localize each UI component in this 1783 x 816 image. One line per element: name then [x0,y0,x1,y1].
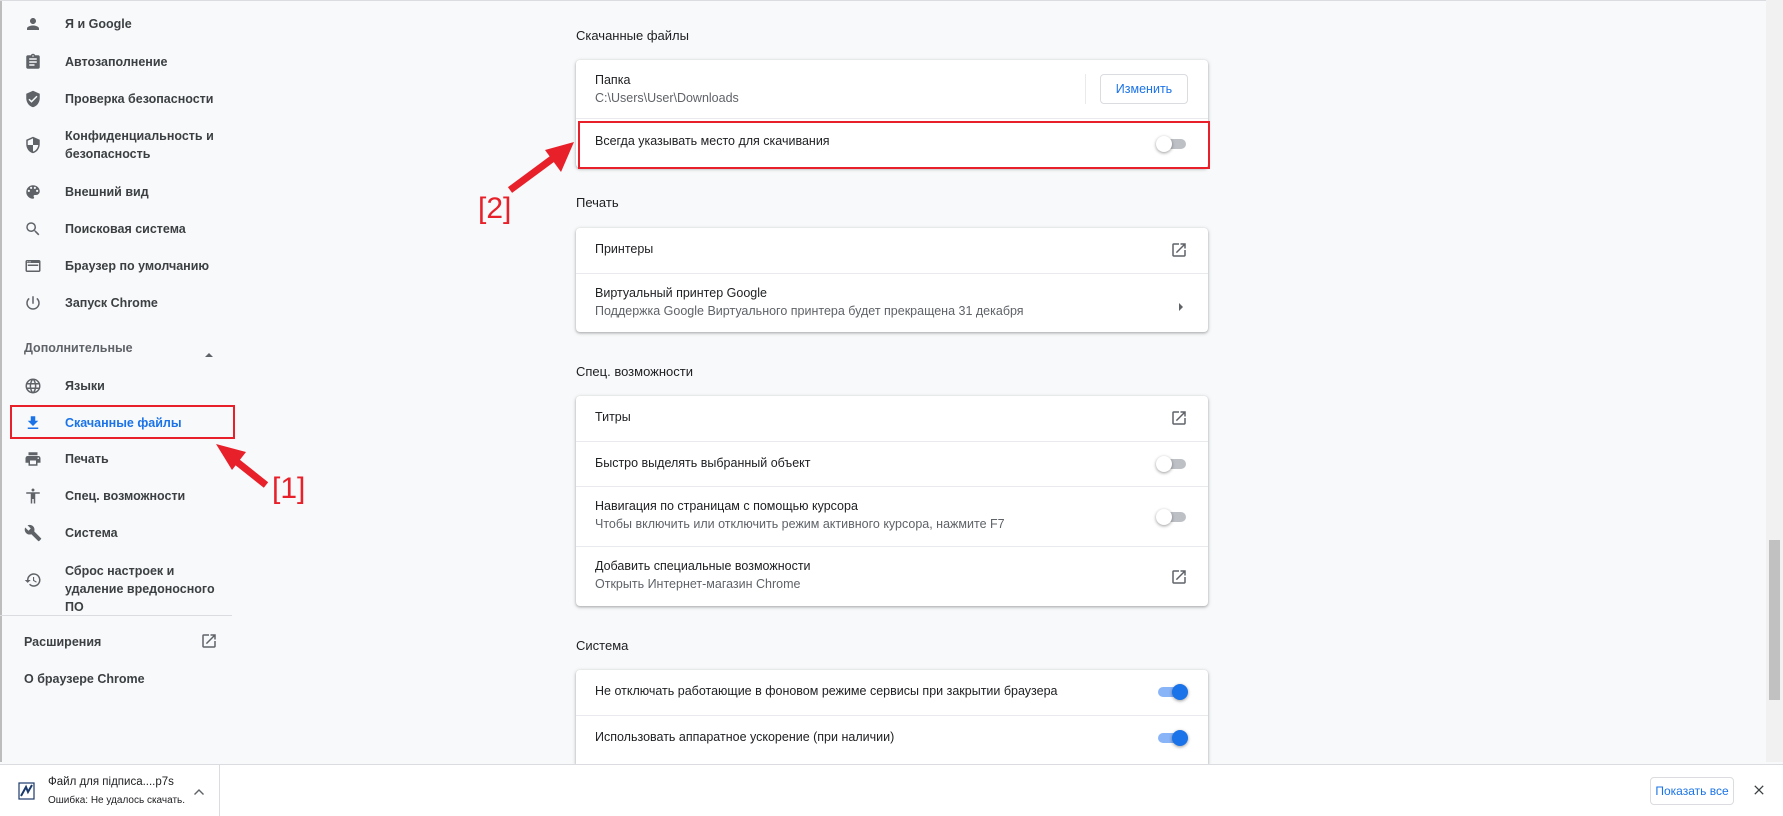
sidebar-item-privacy[interactable]: Конфиденциальность и безопасность [0,126,236,164]
scrollbar-thumb[interactable] [1769,540,1780,700]
sidebar-item-system[interactable]: Система [0,524,236,542]
accessibility-card: Титры Быстро выделять выбранный объект Н… [576,396,1208,606]
download-file-name: Файл для підписа....p7s [48,776,174,788]
advanced-section-title[interactable]: Дополнительные [24,341,133,355]
sidebar-item-extensions[interactable]: Расширения [24,635,101,649]
sidebar-item-label: Я и Google [65,17,132,31]
sidebar-item-you-and-google[interactable]: Я и Google [0,15,236,33]
background-apps-row[interactable]: Не отключать работающие в фоновом режиме… [576,670,1208,715]
change-folder-button[interactable]: Изменить [1100,74,1188,104]
annotation-label-1: [1] [272,472,306,505]
sidebar-item-label: Автозаполнение [65,55,168,69]
sidebar-item-label: Сброс настроек и удаление вредоносного П… [65,564,215,614]
sidebar-item-about-chrome[interactable]: О браузере Chrome [24,672,145,686]
settings-sidebar: Я и Google Автозаполнение Проверка безоп… [0,0,236,762]
open-in-new-icon[interactable] [1170,568,1188,586]
sidebar-item-languages[interactable]: Языки [0,377,236,395]
row-separator [1085,74,1086,104]
hardware-acceleration-row[interactable]: Использовать аппаратное ускорение (при н… [576,715,1208,760]
sidebar-item-label: Конфиденциальность и безопасность [65,129,214,161]
sidebar-item-appearance[interactable]: Внешний вид [0,183,236,201]
background-apps-label: Не отключать работающие в фоновом режиме… [595,684,1058,698]
sidebar-item-reset[interactable]: Сброс настроек и удаление вредоносного П… [0,561,236,614]
chevron-up-icon[interactable] [204,347,214,357]
sidebar-item-label: Внешний вид [65,185,149,199]
person-icon [24,15,42,33]
sidebar-item-label: Система [65,526,118,540]
caret-browsing-row[interactable]: Навигация по страницам с помощью курсора… [576,486,1208,546]
restore-icon [24,571,42,589]
palette-icon [24,183,42,201]
sidebar-item-label: Поисковая система [65,222,186,236]
annotation-box-2 [578,121,1210,169]
add-accessibility-title: Добавить специальные возможности [595,559,811,573]
open-in-new-icon[interactable] [1170,409,1188,427]
globe-icon [24,377,42,395]
hardware-acceleration-toggle[interactable] [1156,730,1188,746]
sidebar-item-label: Проверка безопасности [65,92,214,106]
wrench-icon [24,524,42,542]
system-card: Не отключать работающие в фоновом режиме… [576,670,1208,764]
print-section-title: Печать [576,195,619,210]
top-divider [0,0,1783,1]
captions-row[interactable]: Титры [576,396,1208,441]
sidebar-item-label: Браузер по умолчанию [65,259,210,273]
shield-half-icon [24,136,42,154]
folder-path: C:\Users\User\Downloads [595,91,739,105]
sidebar-item-label: Спец. возможности [65,489,186,503]
printer-icon [24,450,42,468]
download-location-row: Папка C:\Users\User\Downloads Изменить [576,60,1208,118]
open-in-new-icon[interactable] [1170,241,1188,259]
sidebar-item-label: Печать [65,452,109,466]
chevron-right-icon [1176,299,1186,311]
sidebar-item-label: Языки [65,379,105,393]
download-item[interactable]: Файл для підписа....p7s Ошибка: Не удало… [0,765,220,816]
caret-browsing-toggle[interactable] [1156,509,1188,525]
sidebar-item-autofill[interactable]: Автозаполнение [0,53,236,71]
open-in-new-icon[interactable] [200,632,218,650]
caret-browsing-title: Навигация по страницам с помощью курсора [595,499,858,513]
file-signature-icon [18,781,36,801]
add-accessibility-subtitle: Открыть Интернет-магазин Chrome [595,577,801,591]
folder-label: Папка [595,73,631,87]
sidebar-item-printing[interactable]: Печать [0,450,236,468]
sidebar-item-search-engine[interactable]: Поисковая система [0,220,236,238]
clipboard-icon [24,53,42,71]
sidebar-item-default-browser[interactable]: Браузер по умолчанию [0,257,236,275]
caret-browsing-subtitle: Чтобы включить или отключить режим актив… [595,517,1005,531]
cloud-print-title: Виртуальный принтер Google [595,286,767,300]
focus-highlight-row[interactable]: Быстро выделять выбранный объект [576,441,1208,486]
cloud-print-row[interactable]: Виртуальный принтер Google Поддержка Goo… [576,273,1208,332]
accessibility-section-title: Спец. возможности [576,364,693,379]
sidebar-item-on-startup[interactable]: Запуск Chrome [0,294,236,312]
annotation-box-1 [10,405,235,439]
accessibility-icon [24,487,42,505]
system-section-title: Система [576,638,629,653]
hardware-acceleration-label: Использовать аппаратное ускорение (при н… [595,730,895,744]
captions-label: Титры [595,410,631,424]
focus-highlight-toggle[interactable] [1156,456,1188,472]
sidebar-divider [0,615,232,616]
browser-icon [24,257,42,275]
show-all-downloads-button[interactable]: Показать все [1650,777,1734,805]
download-shelf: Файл для підписа....p7s Ошибка: Не удало… [0,764,1783,816]
close-icon[interactable] [1751,782,1767,798]
sidebar-item-accessibility[interactable]: Спец. возможности [0,487,236,505]
downloads-section-title: Скачанные файлы [576,28,689,43]
background-apps-toggle[interactable] [1156,684,1188,700]
shield-check-icon [24,90,42,108]
print-card: Принтеры Виртуальный принтер Google Подд… [576,228,1208,332]
focus-highlight-label: Быстро выделять выбранный объект [595,456,811,470]
sidebar-item-label: Запуск Chrome [65,296,158,310]
power-icon [24,294,42,312]
printers-row[interactable]: Принтеры [576,228,1208,273]
cloud-print-subtitle: Поддержка Google Виртуального принтера б… [595,304,1024,318]
add-accessibility-row[interactable]: Добавить специальные возможности Открыть… [576,546,1208,606]
annotation-label-2: [2] [478,192,512,225]
chevron-up-icon[interactable] [193,785,205,797]
search-icon [24,220,42,238]
sidebar-item-safety-check[interactable]: Проверка безопасности [0,90,236,108]
printers-label: Принтеры [595,242,654,256]
download-status: Ошибка: Не удалось скачать. [48,795,186,806]
